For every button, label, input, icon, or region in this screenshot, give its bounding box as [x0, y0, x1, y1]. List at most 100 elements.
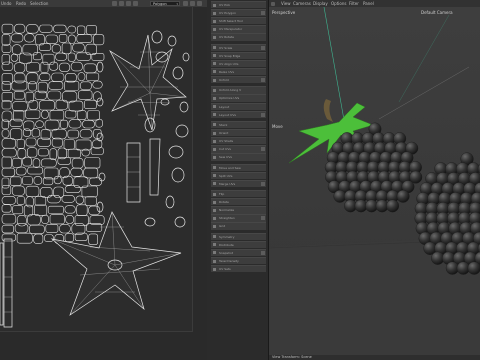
tool-label: UV Align UVs — [219, 61, 239, 66]
tool-item[interactable]: Stack — [211, 120, 266, 129]
menu-display[interactable]: Display — [313, 0, 328, 7]
tool-item[interactable]: UV Manipulator — [211, 25, 266, 33]
uv-shell-cell — [43, 234, 54, 242]
tool-item[interactable]: Split UVs — [211, 171, 266, 179]
uv-shell-cell — [75, 195, 84, 205]
uv-shell-cell — [12, 101, 28, 112]
tool-options-icon[interactable] — [261, 147, 265, 152]
tool-item[interactable]: UV Rotate — [211, 33, 266, 41]
uv-shell-cell — [22, 176, 33, 185]
grid-icon[interactable] — [183, 1, 188, 6]
tool-item[interactable]: Layout — [211, 102, 266, 110]
tool-item[interactable]: UV Scale — [211, 43, 266, 51]
checker-icon[interactable] — [190, 1, 195, 6]
tool-options-icon[interactable] — [261, 250, 265, 255]
tool-item[interactable]: UV Snap Edge — [211, 51, 266, 60]
tool-item[interactable]: Unfold Along V — [211, 86, 266, 94]
tool-label: Unfold Along V — [219, 88, 242, 93]
tool-item[interactable]: UV Shells — [211, 137, 266, 145]
tool-label: UV Snap Edge — [219, 53, 241, 58]
tool-item[interactable]: Straighten — [211, 214, 266, 222]
tool-item[interactable]: Orient — [211, 129, 266, 137]
tool-item[interactable]: Relax UVs — [211, 67, 266, 76]
menu-undo[interactable]: Undo — [1, 0, 11, 7]
tool-options-icon[interactable] — [261, 45, 265, 50]
viewport-canvas[interactable]: Perspective Default Camera Move — [269, 7, 480, 360]
tool-item[interactable]: Layout UVs — [211, 110, 266, 118]
menu-filter[interactable]: Filter — [349, 0, 359, 7]
uv-shell-cell — [25, 185, 40, 197]
tool-item[interactable]: Grid — [211, 222, 266, 230]
uv-shell-cell — [76, 204, 88, 216]
uv-shell-cell — [76, 52, 91, 61]
tool-item[interactable]: Shift Select Tool — [211, 17, 266, 25]
uv-shell-cell — [14, 23, 26, 34]
tool-item[interactable]: Snapshot — [211, 248, 266, 257]
uv-shell-cell — [26, 62, 40, 73]
tool-options-icon[interactable] — [261, 112, 265, 117]
tool-item[interactable]: Distribute — [211, 240, 266, 249]
tool-item[interactable]: UV Pick — [211, 1, 266, 9]
uv-shell-cell — [25, 109, 41, 119]
tool-item[interactable]: Cut UVs — [211, 145, 266, 153]
tool-item[interactable]: Rotate — [211, 198, 266, 206]
tool-item[interactable]: Optimize UVs — [211, 94, 266, 102]
tool-label: Symmetry — [219, 234, 235, 239]
tool-list: UV Pick UV Polygon Shift Select Tool UV Man… — [211, 1, 266, 273]
uv-shell-cell — [87, 110, 100, 121]
menu-panel[interactable]: Panel — [363, 0, 374, 7]
uv-shell-leaf-top — [109, 34, 187, 131]
tool-label: Snapshot — [219, 250, 234, 255]
move-icon[interactable] — [119, 1, 124, 6]
tool-icon — [213, 3, 216, 7]
scale-icon[interactable] — [126, 1, 131, 6]
tool-item[interactable]: Symmetry — [211, 232, 266, 241]
menu-cameras[interactable]: Cameras — [293, 0, 311, 7]
tool-options-icon[interactable] — [261, 181, 265, 186]
tool-icon — [213, 27, 216, 31]
display-select[interactable]: Polygon ▾ — [150, 1, 180, 6]
tool-options-icon[interactable] — [261, 216, 265, 221]
tool-label: Distribute — [219, 242, 234, 247]
uv-shell-cell — [15, 166, 27, 176]
rotate-icon[interactable] — [133, 1, 138, 6]
tool-options-icon[interactable] — [261, 11, 265, 16]
uv-shell-cell — [71, 157, 84, 169]
tool-item[interactable]: Sew UVs — [211, 153, 266, 161]
tool-item[interactable]: UV Sets — [211, 265, 266, 273]
uv-canvas[interactable] — [0, 7, 193, 332]
tool-icon — [213, 78, 216, 82]
tool-item[interactable]: UV Align UVs — [211, 59, 266, 68]
tool-item[interactable]: Flip — [211, 190, 266, 198]
uv-shell-blob — [167, 35, 177, 47]
tool-icon — [213, 113, 216, 117]
tool-item[interactable]: Move and Sew — [211, 163, 266, 171]
menu-options[interactable]: Options — [331, 0, 346, 7]
uv-shell-cell — [33, 204, 48, 216]
tool-item[interactable]: Texel Density — [211, 257, 266, 265]
tool-item[interactable]: Merge UVs — [211, 179, 266, 188]
uv-shell-cell — [1, 44, 12, 53]
tool-options-icon[interactable] — [261, 78, 265, 83]
menu-view[interactable]: View — [281, 0, 291, 7]
tool-icon — [213, 267, 216, 271]
tool-icon — [213, 216, 216, 220]
panel-icon[interactable] — [271, 1, 275, 6]
tool-label: Flip — [219, 192, 225, 197]
tool-icon — [213, 96, 216, 100]
uv-shell-cell — [70, 61, 83, 72]
menu-redo[interactable]: Redo — [16, 0, 26, 7]
tool-item[interactable]: Normalize — [211, 206, 266, 214]
uv-shell-cell — [86, 24, 98, 35]
tool-label: Layout UVs — [219, 112, 236, 117]
uv-shell-cell — [26, 24, 39, 34]
uv-shell-cell — [68, 119, 82, 129]
uv-shell-cell — [35, 120, 44, 128]
uv-shell-cell — [13, 91, 25, 100]
select-icon[interactable] — [112, 1, 117, 6]
tool-item[interactable]: Unfold — [211, 76, 266, 84]
menu-selection[interactable]: Selection — [30, 0, 48, 7]
uv-shell-cell — [28, 81, 37, 92]
tool-item[interactable]: UV Polygon — [211, 9, 266, 17]
settings-icon[interactable] — [197, 1, 202, 6]
